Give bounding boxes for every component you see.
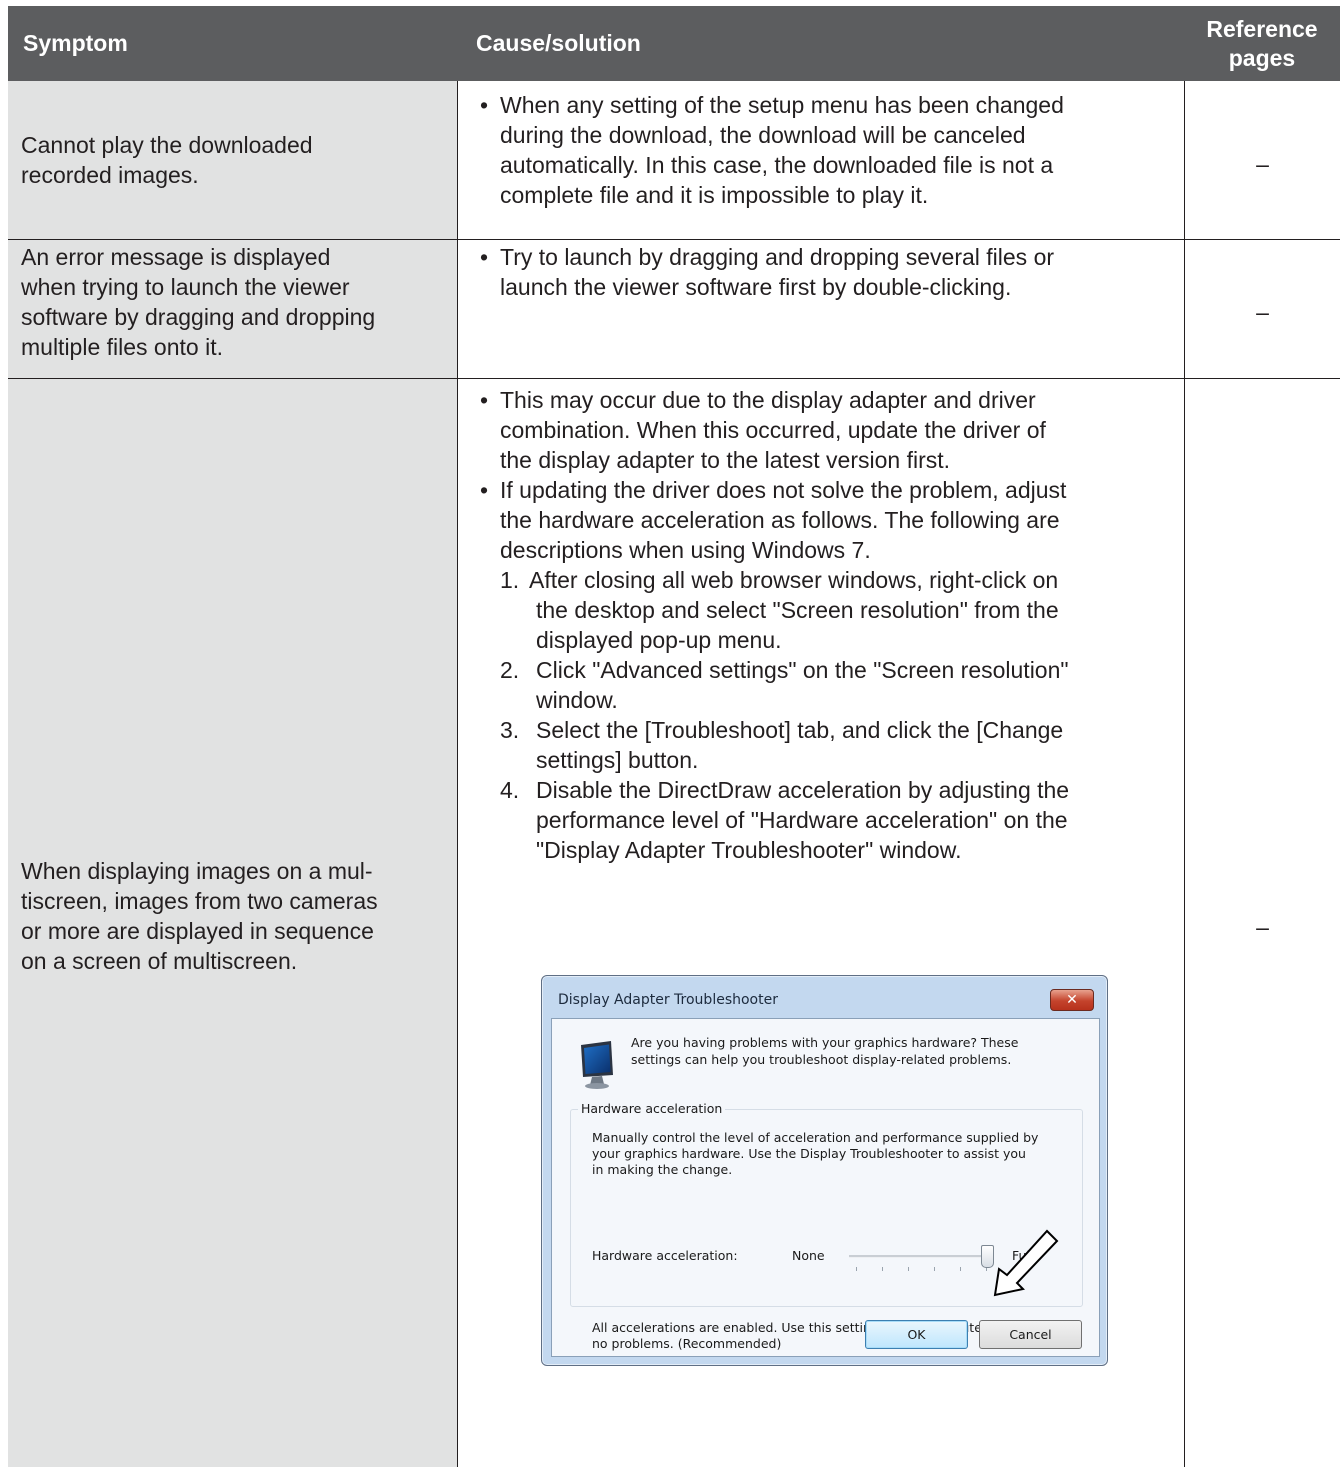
dialog-title: Display Adapter Troubleshooter <box>558 992 778 1008</box>
close-icon[interactable]: ✕ <box>1050 989 1094 1011</box>
header-reference-line1: Reference <box>1206 15 1318 42</box>
dialog-body: Are you having problems with your graphi… <box>551 1018 1100 1357</box>
slider-tick <box>856 1267 857 1271</box>
slider-tick <box>934 1267 935 1271</box>
column-divider <box>1184 81 1185 1467</box>
row-divider <box>8 239 1340 240</box>
reference-value: – <box>1256 299 1269 325</box>
slider-track[interactable] <box>849 1255 994 1258</box>
cause-text: When any setting of the setup menu has b… <box>480 90 1180 210</box>
bullet-item: Try to launch by dragging and dropping s… <box>480 242 1180 302</box>
header-cause: Cause/solution <box>476 30 641 56</box>
cause-text: Try to launch by dragging and dropping s… <box>480 242 1180 302</box>
step-item: 3. Select the [Troubleshoot] tab, and cl… <box>500 717 1064 773</box>
slider-tick <box>908 1267 909 1271</box>
group-description: Manually control the level of accelerati… <box>592 1130 1039 1177</box>
monitor-icon <box>581 1041 613 1089</box>
pointer-arrow-icon <box>993 1229 1059 1297</box>
symptom-text: Cannot play the downloaded recorded imag… <box>21 132 313 188</box>
bullet-item: This may occur due to the display adapte… <box>480 385 1180 475</box>
header-symptom: Symptom <box>23 30 128 56</box>
bullet-item: When any setting of the setup menu has b… <box>480 90 1180 210</box>
table-header: Symptom Cause/solution Reference pages <box>8 6 1340 81</box>
cancel-button[interactable]: Cancel <box>979 1320 1082 1349</box>
step-item: 2. Click "Advanced settings" on the "Scr… <box>500 657 1069 713</box>
reference-value: – <box>1256 151 1269 177</box>
bullet-item: If updating the driver does not solve th… <box>480 475 1180 565</box>
symptom-text: When displaying images on a mul- tiscree… <box>21 858 378 974</box>
reference-value: – <box>1256 914 1269 940</box>
dialog-intro: Are you having problems with your graphi… <box>631 1035 1019 1067</box>
header-reference-line2: pages <box>1228 44 1296 71</box>
step-item: 4. Disable the DirectDraw acceleration b… <box>500 777 1070 863</box>
slider-tick <box>882 1267 883 1271</box>
hardware-acceleration-group: Hardware acceleration Manually control t… <box>570 1101 1083 1351</box>
row-divider <box>8 378 1340 379</box>
slider-tick <box>960 1267 961 1271</box>
group-label: Hardware acceleration <box>578 1101 726 1116</box>
symptom-text: An error message is displayed when tryin… <box>21 244 376 360</box>
step-item: 1. After closing all web browser windows… <box>500 567 1059 653</box>
slider-min-label: None <box>792 1248 825 1263</box>
slider-label: Hardware acceleration: <box>592 1248 738 1263</box>
display-adapter-dialog: Display Adapter Troubleshooter ✕ Are you… <box>541 975 1108 1366</box>
column-divider <box>457 81 458 1467</box>
cause-text: This may occur due to the display adapte… <box>480 385 1180 865</box>
header-reference: Reference pages <box>1184 6 1340 81</box>
ok-button[interactable]: OK <box>865 1320 968 1349</box>
